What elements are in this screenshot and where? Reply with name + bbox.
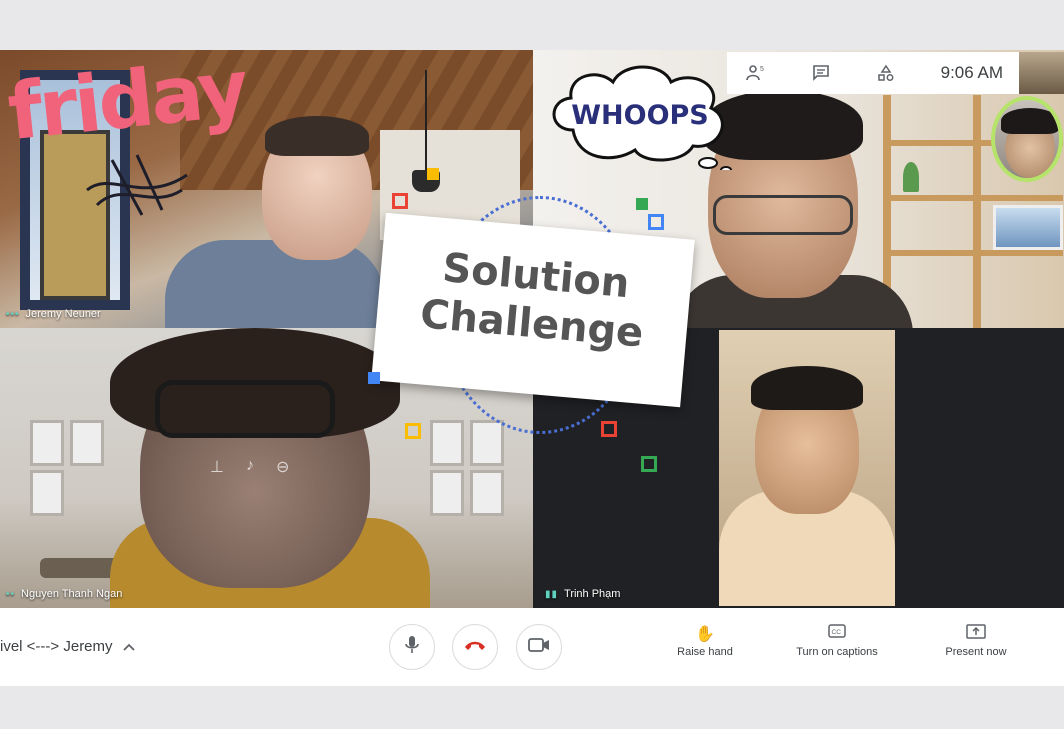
deco-square <box>648 214 664 230</box>
meeting-clock: 9:06 AM <box>940 63 1003 82</box>
people-icon[interactable]: 5 <box>745 62 767 84</box>
activities-icon[interactable] <box>875 62 897 84</box>
deco-square <box>636 198 648 210</box>
participant-name: •• Nguyen Thanh Ngan <box>6 588 123 600</box>
participant-name: ▮▮ Trinh Phạm <box>545 588 621 600</box>
shelf-post <box>973 95 981 328</box>
video-feed <box>719 330 895 606</box>
wall-picture <box>430 470 464 516</box>
deco-square <box>641 456 657 472</box>
plant <box>903 162 919 192</box>
raise-hand-button[interactable]: ✋ Raise hand <box>650 624 760 658</box>
hair <box>1001 108 1059 134</box>
shirt <box>165 240 385 328</box>
camera-icon <box>528 637 550 657</box>
hair <box>265 116 369 156</box>
deco-square <box>405 423 421 439</box>
deco-square <box>392 193 408 209</box>
wall-picture <box>30 420 64 466</box>
captions-button[interactable]: CC Turn on captions <box>782 624 892 658</box>
captions-icon: CC <box>782 624 892 646</box>
meeting-details[interactable]: ivel <---> Jeremy <box>0 638 135 655</box>
control-bar: ivel <---> Jeremy ✋ Raise hand CC Turn o… <box>0 608 1064 686</box>
lamp-cord <box>425 70 427 175</box>
solution-challenge-card: Solution Challenge <box>371 212 695 408</box>
shelf-board <box>883 195 1063 201</box>
mic-button[interactable] <box>389 624 435 670</box>
wall-picture <box>430 420 464 466</box>
leave-call-button[interactable] <box>452 624 498 670</box>
scribble-sticker <box>86 154 188 216</box>
present-now-button[interactable]: Present now <box>921 624 1031 658</box>
self-view-thumbnail[interactable] <box>1019 52 1064 94</box>
wall-picture <box>470 470 504 516</box>
shelf-board <box>883 250 1063 256</box>
whoops-sticker: WHOOPS <box>571 100 709 131</box>
tile-hover-controls: ⊥ ♪ ⊖ <box>210 457 289 477</box>
glasses <box>713 195 853 235</box>
hair <box>751 366 863 410</box>
deco-square <box>601 421 617 437</box>
meeting-title: ivel <---> Jeremy <box>0 638 113 655</box>
meeting-info-bar: 5 9:06 AM <box>727 52 1019 94</box>
participant-count: 5 <box>760 66 764 73</box>
chat-icon[interactable] <box>810 62 832 84</box>
mic-icon <box>404 635 420 660</box>
top-margin <box>0 0 1064 50</box>
present-icon <box>921 624 1031 646</box>
remove-icon[interactable]: ⊖ <box>276 457 289 477</box>
camera-button[interactable] <box>516 624 562 670</box>
svg-text:CC: CC <box>832 629 842 636</box>
participant-name: ••• Jeremy Neuner <box>6 308 101 320</box>
wall-picture <box>70 420 104 466</box>
glasses <box>155 380 335 438</box>
hangup-icon <box>464 638 486 656</box>
bottom-margin <box>0 686 1064 729</box>
audio-indicator-icon: •• <box>6 588 16 600</box>
deco-square <box>368 372 380 384</box>
hand-icon: ✋ <box>695 626 715 643</box>
audio-indicator-icon: ▮▮ <box>545 588 559 600</box>
picture-frame <box>993 205 1063 250</box>
card-text: Solution Challenge <box>418 245 646 357</box>
audio-indicator-icon: ••• <box>6 308 20 320</box>
deco-square <box>427 168 439 180</box>
chevron-up-icon[interactable] <box>122 638 135 655</box>
mute-icon[interactable]: ♪ <box>246 457 254 477</box>
wall-picture <box>30 470 64 516</box>
pin-icon[interactable]: ⊥ <box>210 457 224 477</box>
wall-picture <box>470 420 504 466</box>
self-view-bubble[interactable] <box>991 96 1063 182</box>
